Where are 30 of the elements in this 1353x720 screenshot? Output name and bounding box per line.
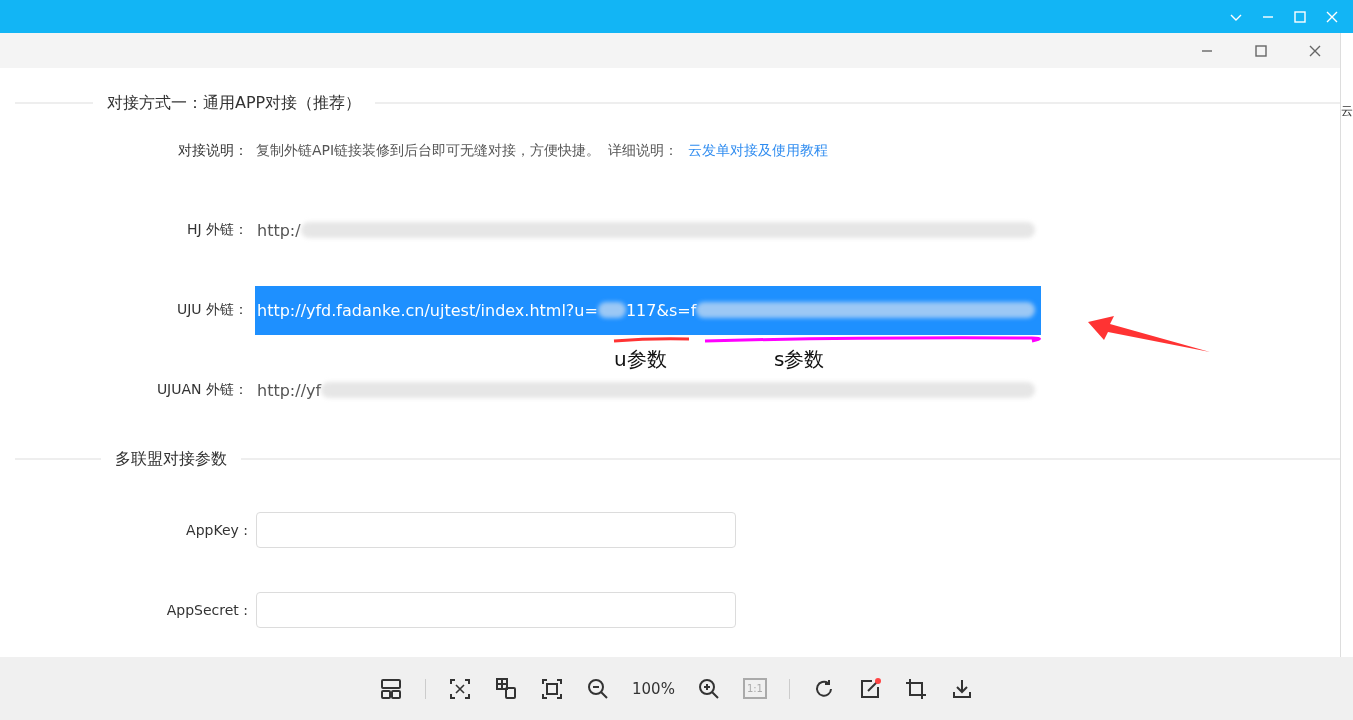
fit-screen-icon[interactable]	[540, 676, 564, 701]
cut-text: 云	[1341, 103, 1353, 120]
section-title: 对接方式一：通用APP对接（推荐）	[107, 92, 362, 114]
zoom-level: 100%	[632, 679, 675, 698]
section-title: 多联盟对接参数	[115, 448, 227, 470]
description-text: 复制外链API链接装修到后台即可无缝对接，方便快捷。	[256, 142, 601, 160]
field-label: 对接说明：	[177, 142, 248, 160]
text-scan-icon[interactable]	[448, 676, 472, 701]
field-label: HJ 外链：	[185, 221, 248, 239]
field-label: AppKey :	[185, 522, 248, 538]
input-field[interactable]	[256, 592, 736, 628]
redaction-smudge	[597, 302, 626, 318]
input-field[interactable]	[256, 512, 736, 548]
link-url[interactable]: http:/	[255, 205, 1041, 255]
close-icon[interactable]	[1308, 43, 1322, 58]
crop-icon[interactable]	[904, 676, 928, 701]
detail-label: 详细说明：	[608, 142, 679, 160]
field-label: UJUAN 外链：	[155, 381, 248, 399]
link-url[interactable]: http://yfd.fadanke.cn/ujtest/index.html?u= 117&s=f	[255, 285, 1041, 335]
layout-icon[interactable]	[379, 676, 403, 701]
annotation-text: u参数	[614, 346, 667, 373]
zoom-in-icon[interactable]	[696, 676, 721, 701]
edit-icon[interactable]	[858, 676, 882, 701]
tutorial-link[interactable]: 云发单对接及使用教程	[688, 142, 829, 160]
field-label: AppSecret :	[165, 602, 248, 618]
annotation-text: s参数	[774, 346, 825, 373]
zoom-out-icon[interactable]	[586, 676, 610, 701]
translate-icon[interactable]	[494, 676, 518, 701]
maximize-icon[interactable]	[1254, 43, 1268, 58]
field-label: UJU 外链：	[175, 301, 248, 319]
